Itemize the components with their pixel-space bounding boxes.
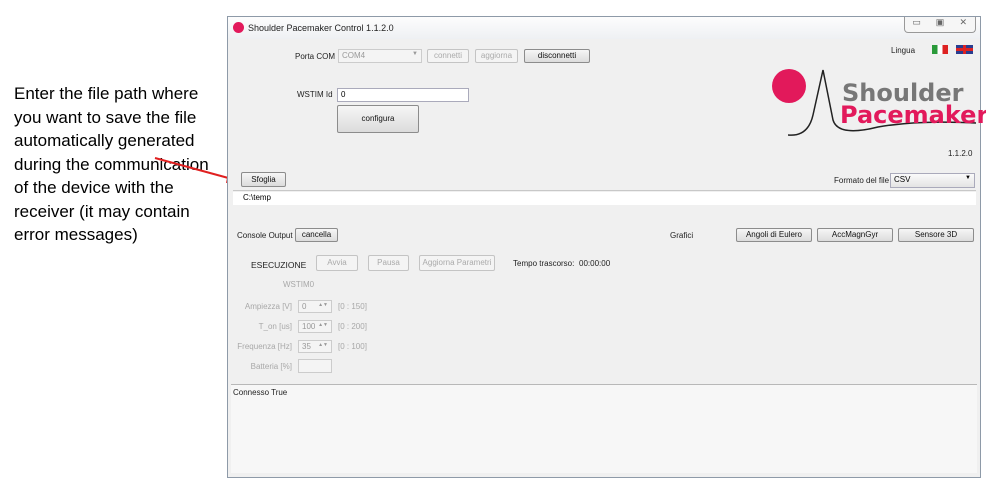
charts-label: Grafici	[670, 231, 694, 240]
console-status-text: Connesso True	[233, 388, 288, 397]
close-button[interactable]: ✕	[952, 17, 975, 32]
clear-console-button[interactable]: cancella	[295, 228, 338, 242]
maximize-button[interactable]: ▣	[928, 17, 951, 32]
file-path-input[interactable]: C:\temp	[233, 192, 976, 205]
version-label: 1.1.2.0	[948, 149, 973, 158]
frequency-spinner[interactable]: 35 ▲▼	[298, 340, 332, 353]
italian-flag-icon[interactable]	[932, 45, 948, 54]
ton-range: [0 : 200]	[338, 322, 367, 331]
pause-button[interactable]: Pausa	[368, 255, 409, 271]
frequency-label: Frequenza [Hz]	[237, 342, 292, 351]
wstim-id-input[interactable]: 0	[337, 88, 469, 102]
elapsed-label: Tempo trascorso:	[513, 259, 575, 268]
battery-field	[298, 359, 332, 373]
sensor-3d-button[interactable]: Sensore 3D	[898, 228, 974, 242]
frequency-range: [0 : 100]	[338, 342, 367, 351]
language-label: Lingua	[891, 46, 916, 55]
file-format-label: Formato del file	[834, 176, 890, 185]
logo-line2: Pacemaker	[840, 101, 986, 129]
browse-button[interactable]: Sfoglia	[241, 172, 286, 187]
port-select[interactable]: COM4 ▼	[338, 49, 422, 63]
app-window: Shoulder Pacemaker Control 1.1.2.0 ▭ ▣ ✕…	[227, 16, 986, 478]
euler-angles-button[interactable]: Angoli di Eulero	[736, 228, 812, 242]
device-label: WSTIM0	[283, 280, 315, 289]
amplitude-spinner[interactable]: 0 ▲▼	[298, 300, 332, 313]
app-icon	[233, 22, 244, 33]
execution-label: ESECUZIONE	[251, 260, 307, 270]
file-format-select[interactable]: CSV ▼	[890, 173, 975, 188]
start-button[interactable]: Avvia	[316, 255, 358, 271]
window-title: Shoulder Pacemaker Control 1.1.2.0	[248, 23, 394, 33]
accmagngyr-button[interactable]: AccMagnGyr	[817, 228, 893, 242]
minimize-button[interactable]: ▭	[905, 17, 928, 32]
title-bar: Shoulder Pacemaker Control 1.1.2.0 ▭ ▣ ✕	[228, 17, 980, 39]
disconnect-button[interactable]: disconnetti	[524, 49, 590, 63]
configure-button[interactable]: configura	[337, 105, 419, 133]
uk-flag-icon[interactable]	[956, 45, 973, 54]
battery-label: Batteria [%]	[250, 362, 292, 371]
amplitude-range: [0 : 150]	[338, 302, 367, 311]
port-label: Porta COM	[295, 52, 336, 61]
elapsed-value: 00:00:00	[579, 259, 611, 268]
refresh-button[interactable]: aggiorna	[475, 49, 518, 63]
connect-button[interactable]: connetti	[427, 49, 469, 63]
update-params-button[interactable]: Aggiorna Parametri	[419, 255, 495, 271]
console-output-area[interactable]: Connesso True	[231, 384, 977, 473]
ton-label: T_on [us]	[258, 322, 292, 331]
ton-spinner[interactable]: 100 ▲▼	[298, 320, 332, 333]
console-output-label: Console Output	[237, 231, 293, 240]
amplitude-label: Ampiezza [V]	[244, 302, 292, 311]
wstim-id-label: WSTIM Id	[297, 90, 333, 99]
